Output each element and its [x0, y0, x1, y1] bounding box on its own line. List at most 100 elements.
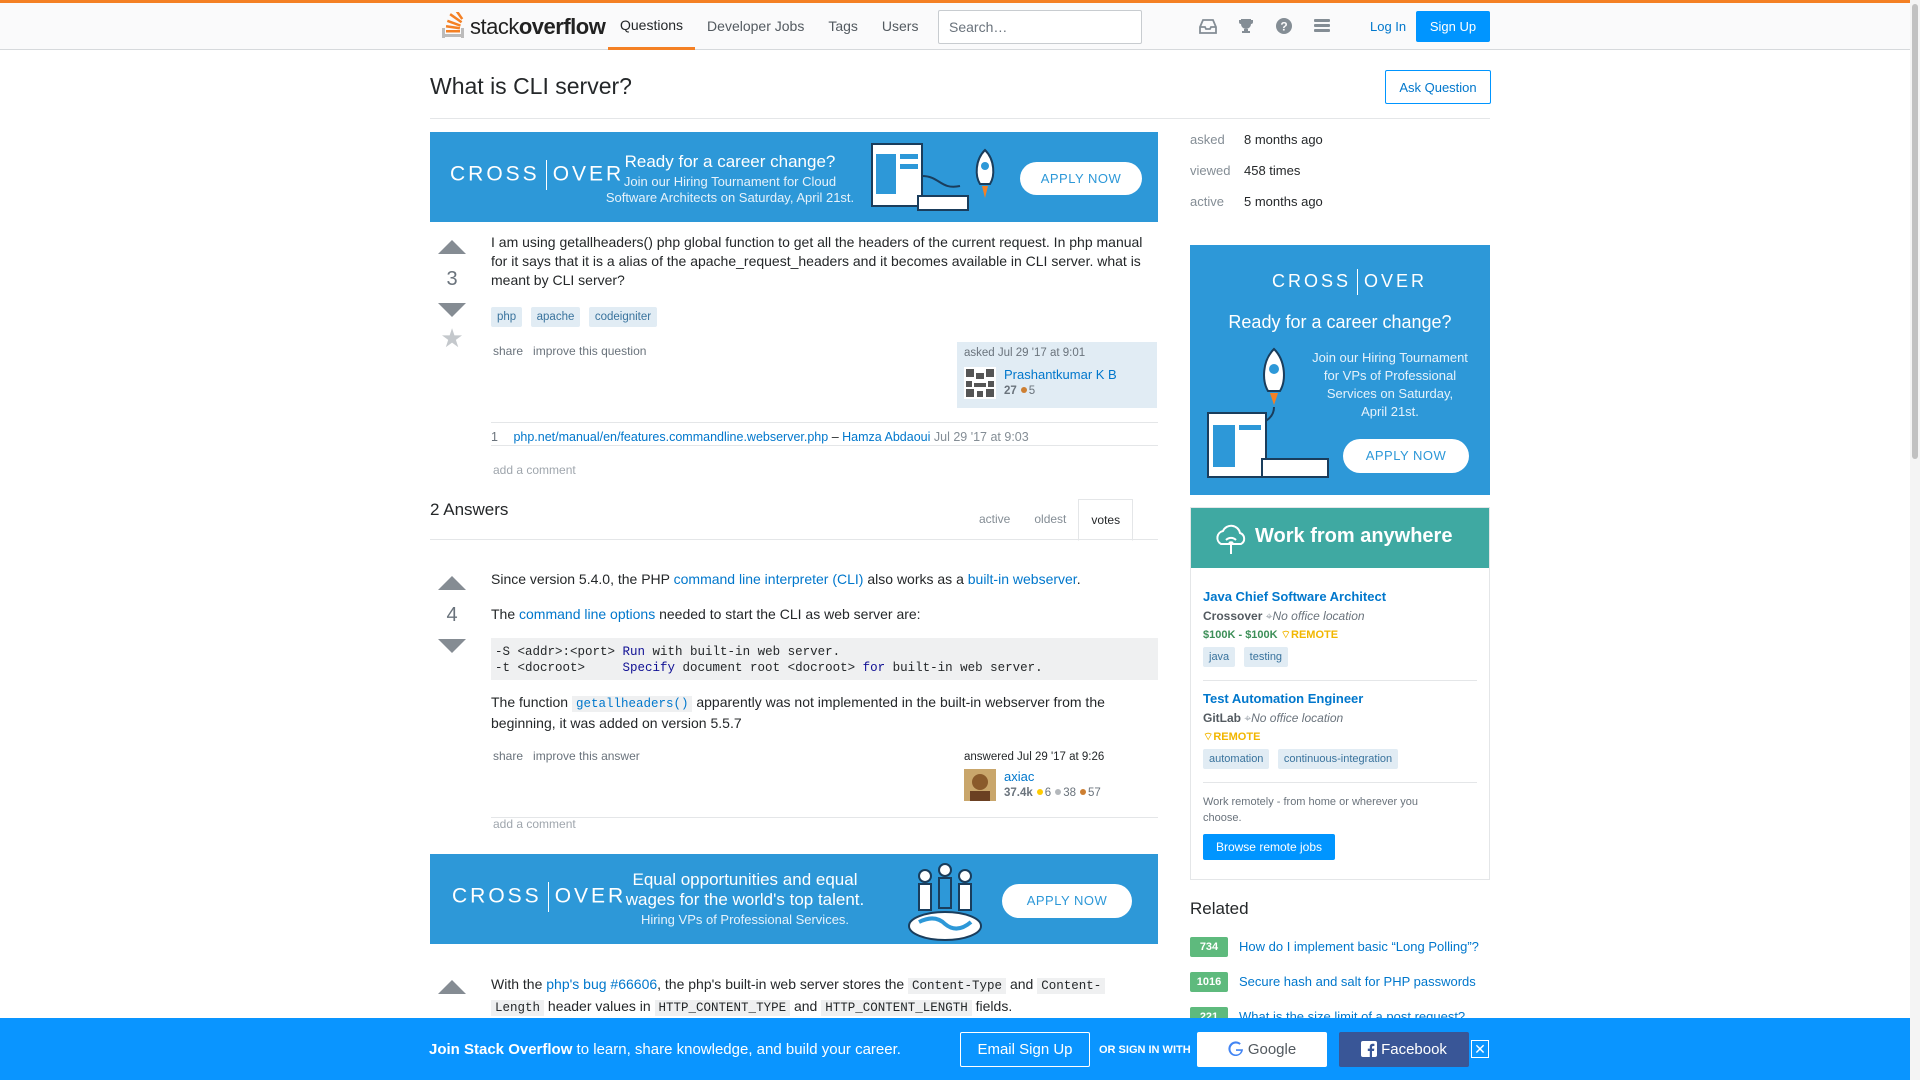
- answer1-code-block: -S <addr>:<port> Run with built-in web s…: [491, 638, 1158, 680]
- stat-asked-value: 8 months ago: [1244, 132, 1323, 147]
- tab-active[interactable]: active: [967, 499, 1022, 539]
- top-bar-inner: stackoverflow Questions Developer Jobs T…: [430, 3, 1490, 50]
- improve-answer-link[interactable]: improve this answer: [533, 749, 640, 763]
- command-line-options-link[interactable]: command line options: [519, 606, 655, 622]
- jobs-widget-header[interactable]: Work from anywhere: [1191, 508, 1489, 568]
- crossover-sidebar-ad[interactable]: CROSS OVER Ready for a career change? Joi…: [1190, 245, 1490, 495]
- apply-now-button[interactable]: APPLY NOW: [1002, 884, 1132, 918]
- answer2-body: With the php's bug #66606, the php's bui…: [491, 974, 1161, 1018]
- help-icon[interactable]: ?: [1274, 17, 1294, 37]
- tag-codeigniter[interactable]: codeigniter: [588, 307, 658, 327]
- computer-rocket-icon: [871, 143, 995, 211]
- add-comment-link[interactable]: add a comment: [493, 463, 576, 477]
- getallheaders-link[interactable]: getallheaders(): [571, 696, 693, 712]
- trophy-icon[interactable]: [1236, 17, 1256, 37]
- answer1-para-3: The function getallheaders() apparently …: [491, 694, 1105, 731]
- job1-salary: $100K - $100K ⌔REMOTE: [1203, 629, 1339, 641]
- svg-text:?: ?: [1280, 20, 1287, 34]
- search-input[interactable]: Search…: [938, 10, 1142, 44]
- facebook-icon: [1361, 1041, 1378, 1057]
- nav-developer-jobs[interactable]: Developer Jobs: [695, 3, 816, 50]
- php-bug-link[interactable]: php's bug #66606: [546, 976, 657, 992]
- answer1-para-2: The command line options needed to start…: [491, 606, 921, 622]
- question-body: I am using getallheaders() php global fu…: [491, 234, 1143, 288]
- comment-author[interactable]: Hamza Abdaoui: [842, 430, 930, 444]
- nav-users[interactable]: Users: [870, 3, 931, 50]
- close-icon[interactable]: ✕: [1471, 1040, 1489, 1058]
- scrollbar-thumb[interactable]: [1912, 4, 1918, 459]
- cli-link[interactable]: command line interpreter (CLI): [674, 571, 864, 587]
- comment-link[interactable]: php.net/manual/en/features.commandline.w…: [513, 430, 828, 444]
- job-divider: [1203, 782, 1477, 783]
- tag-php[interactable]: php: [491, 307, 523, 327]
- question-author-name[interactable]: Prashantkumar K B: [1004, 367, 1117, 382]
- share-link[interactable]: share: [493, 749, 523, 763]
- asked-time: asked Jul 29 '17 at 9:01: [964, 347, 1086, 359]
- add-comment-link[interactable]: add a comment: [493, 817, 576, 831]
- jobs-widget-title: Work from anywhere: [1255, 525, 1453, 547]
- answer1-author-name[interactable]: axiac: [1004, 769, 1034, 784]
- login-link[interactable]: Log In: [1362, 10, 1414, 43]
- job1-tags: java testing: [1203, 647, 1292, 667]
- favorite-star-icon[interactable]: ★: [432, 323, 472, 354]
- downvote-arrow-icon[interactable]: [438, 303, 466, 317]
- related-score-2[interactable]: 1016: [1190, 972, 1228, 992]
- tab-oldest[interactable]: oldest: [1022, 499, 1078, 539]
- upvote-arrow-icon[interactable]: [438, 980, 466, 994]
- webserver-link[interactable]: built-in webserver: [968, 571, 1077, 587]
- user-avatar[interactable]: [964, 769, 996, 801]
- email-signup-button[interactable]: Email Sign Up: [960, 1032, 1090, 1067]
- nav-tags[interactable]: Tags: [816, 3, 870, 50]
- footer-message: Join Stack Overflow to learn, share know…: [429, 1041, 901, 1058]
- main-nav: Questions Developer Jobs Tags Users: [608, 3, 930, 50]
- signup-button[interactable]: Sign Up: [1416, 11, 1490, 42]
- google-icon: [1228, 1041, 1243, 1057]
- facebook-signin-button[interactable]: Facebook: [1339, 1032, 1469, 1067]
- tab-votes[interactable]: votes: [1078, 499, 1134, 541]
- inbox-icon[interactable]: [1198, 17, 1218, 37]
- answer1-para-1: Since version 5.4.0, the PHP command lin…: [491, 571, 1081, 587]
- page-title[interactable]: What is CLI server?: [430, 73, 632, 100]
- related-link-2[interactable]: Secure hash and salt for PHP passwords: [1239, 974, 1476, 989]
- job2-tags: automation continuous-integration: [1203, 749, 1402, 769]
- comment-dash: –: [831, 430, 839, 444]
- job2-title[interactable]: Test Automation Engineer: [1203, 691, 1363, 706]
- comment-divider-bottom: [491, 445, 1158, 446]
- banner2-line-2: wages for the world's top talent.: [625, 890, 865, 909]
- share-link[interactable]: share: [493, 344, 523, 358]
- upvote-arrow-icon[interactable]: [438, 576, 466, 590]
- identicon-avatar[interactable]: [964, 367, 996, 399]
- job-tag-automation[interactable]: automation: [1203, 749, 1270, 769]
- google-signin-button[interactable]: Google: [1197, 1032, 1327, 1067]
- apply-now-button[interactable]: APPLY NOW: [1020, 162, 1142, 195]
- upvote-arrow-icon[interactable]: [438, 240, 466, 254]
- top-icons: ?: [1198, 17, 1332, 37]
- remote-wifi-icon: ⌔: [1280, 629, 1292, 641]
- apply-now-button[interactable]: APPLY NOW: [1343, 439, 1469, 473]
- site-logo[interactable]: stackoverflow: [442, 11, 606, 43]
- job1-title[interactable]: Java Chief Software Architect: [1203, 589, 1386, 604]
- banner-headline: Ready for a career change?: [624, 152, 836, 171]
- improve-question-link[interactable]: improve this question: [533, 344, 646, 358]
- stat-active-value: 5 months ago: [1244, 194, 1323, 209]
- crossover-banner-middle[interactable]: CROSS OVER Equal opportunities and equal …: [430, 854, 1158, 944]
- related-link-1[interactable]: How do I implement basic “Long Polling”?: [1239, 939, 1479, 954]
- related-score-1[interactable]: 734: [1190, 937, 1228, 957]
- browse-remote-jobs-button[interactable]: Browse remote jobs: [1203, 834, 1335, 860]
- comment-divider: [491, 422, 1158, 423]
- site-switcher-icon[interactable]: [1312, 17, 1332, 37]
- job-tag-testing[interactable]: testing: [1243, 647, 1289, 667]
- downvote-arrow-icon[interactable]: [438, 639, 466, 653]
- job-tag-java[interactable]: java: [1203, 647, 1236, 667]
- related-title: Related: [1190, 899, 1249, 918]
- ask-question-button[interactable]: Ask Question: [1385, 70, 1491, 104]
- tag-apache[interactable]: apache: [530, 307, 581, 327]
- job-tag-continuous-integration[interactable]: continuous-integration: [1277, 749, 1399, 769]
- job2-remote: ⌔REMOTE: [1203, 731, 1261, 743]
- nav-questions[interactable]: Questions: [608, 3, 696, 50]
- stat-viewed-value: 458 times: [1244, 163, 1301, 178]
- question-vote-cell: 3 ★: [432, 240, 472, 354]
- answered-time: answered Jul 29 '17 at 9:26: [964, 751, 1105, 763]
- comment-time: Jul 29 '17 at 9:03: [933, 430, 1029, 444]
- crossover-banner-top[interactable]: CROSS OVER Ready for a career change? Joi…: [430, 132, 1158, 222]
